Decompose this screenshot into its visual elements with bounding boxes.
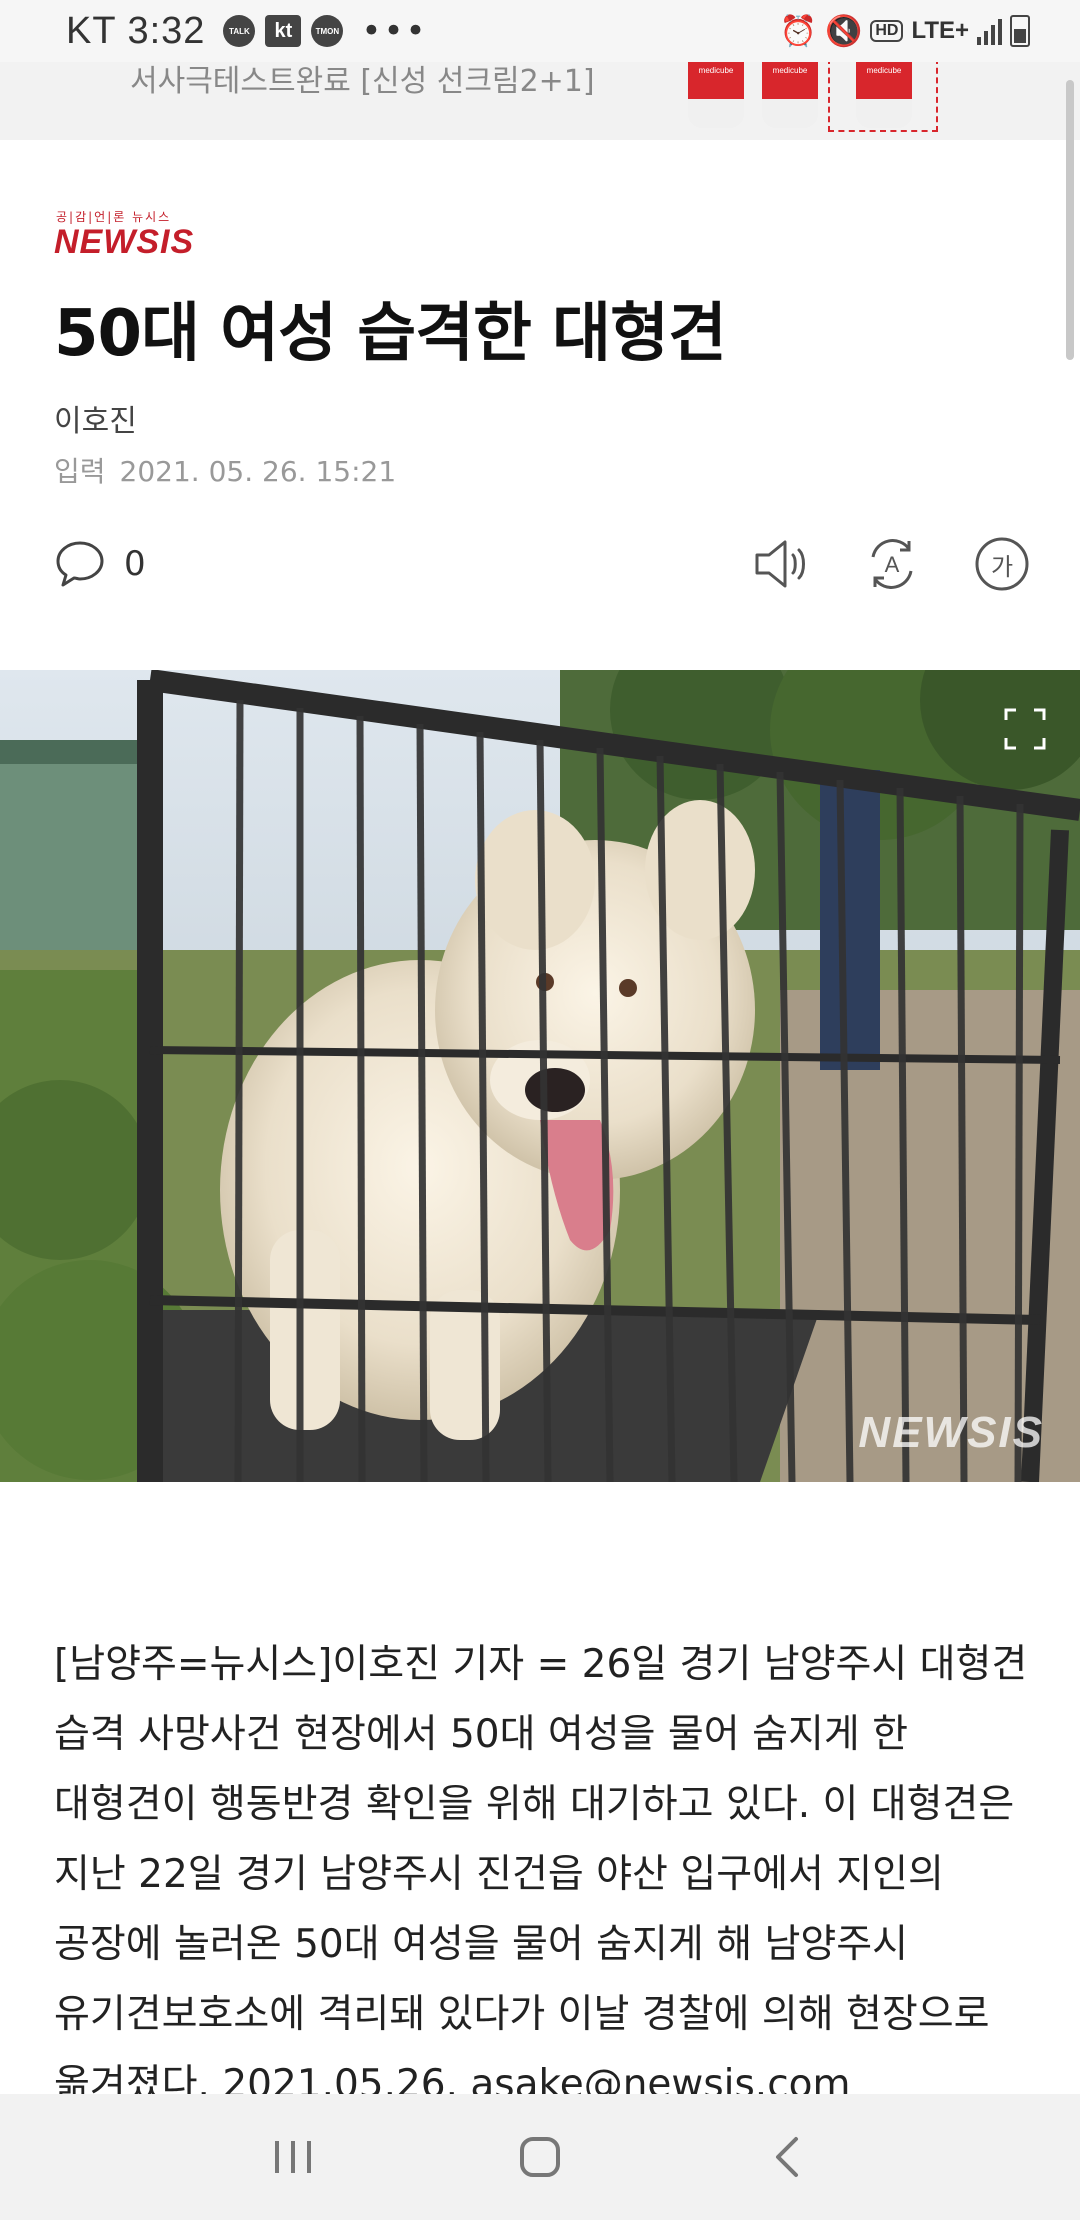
scrollbar[interactable] [1066, 80, 1074, 360]
dog-in-cage-image [0, 670, 1080, 1482]
android-nav-bar [0, 2094, 1080, 2220]
kakaotalk-icon: TALK [223, 15, 256, 47]
speaker-icon [755, 540, 805, 588]
tmon-icon: TMON [311, 15, 344, 47]
translate-button[interactable]: A [862, 534, 922, 594]
article-title: 50대 여성 습격한 대형견 [54, 297, 727, 371]
signal-icon [977, 17, 1002, 45]
system-icons: ⏰ 🔇 HD LTE+ [780, 14, 1030, 49]
ad-text: 서사극테스트완료 [신성 선크림2+1] [130, 64, 595, 99]
mute-icon: 🔇 [824, 13, 863, 49]
clock: 3:32 [127, 9, 206, 52]
ad-banner[interactable]: 서사극테스트완료 [신성 선크림2+1] [0, 62, 1080, 140]
home-icon [519, 2137, 560, 2177]
expand-icon[interactable] [1004, 708, 1046, 750]
translate-icon: A [871, 539, 913, 589]
status-bar: KT 3:32 TALK kt TMON ••• ⏰ 🔇 HD LTE+ [0, 0, 1080, 62]
ad-product-image [688, 62, 744, 128]
comment-count: 0 [124, 544, 146, 584]
kt-icon: kt [265, 15, 302, 47]
date-label: 입력 [54, 455, 106, 488]
comment-button[interactable]: 0 [54, 538, 146, 590]
battery-icon [1010, 15, 1030, 47]
author-name[interactable]: 이호진 [54, 396, 137, 440]
recent-apps-icon [275, 2141, 312, 2173]
date-value: 2021. 05. 26. 15:21 [119, 455, 397, 488]
notification-icons: TALK kt TMON [223, 15, 344, 47]
font-size-label: 가 [990, 552, 1014, 581]
hd-voice-icon: HD [870, 20, 904, 42]
ad-selection-frame [828, 62, 938, 132]
speech-bubble-icon [56, 541, 104, 587]
back-button[interactable] [747, 2117, 827, 2197]
carrier-label: KT 3:32 [66, 9, 206, 52]
back-icon [775, 2137, 798, 2177]
logo-wordmark: NEWSIS [54, 223, 195, 261]
ad-product-image [762, 62, 818, 128]
text-to-speech-button[interactable] [752, 534, 812, 594]
recent-apps-button[interactable] [253, 2117, 333, 2197]
newsis-logo[interactable]: 공|감|언|론 뉴시스 NEWSIS [54, 208, 194, 259]
network-type: LTE+ [911, 17, 969, 44]
article-toolbar: 0 A 가 [0, 530, 1080, 602]
alarm-icon: ⏰ [779, 13, 817, 49]
article-body: [남양주=뉴시스]이호진 기자 = 26일 경기 남양주시 대형견 습격 사망사… [54, 1642, 1028, 2107]
home-button[interactable] [500, 2117, 580, 2197]
publish-date: 입력 2021. 05. 26. 15:21 [54, 450, 396, 490]
font-size-button[interactable]: 가 [972, 534, 1032, 594]
photo-watermark: NEWSIS [858, 1408, 1044, 1457]
more-notifications-icon: ••• [361, 11, 428, 51]
svg-text:A: A [885, 552, 900, 577]
article-photo[interactable]: NEWSIS [0, 670, 1080, 1482]
